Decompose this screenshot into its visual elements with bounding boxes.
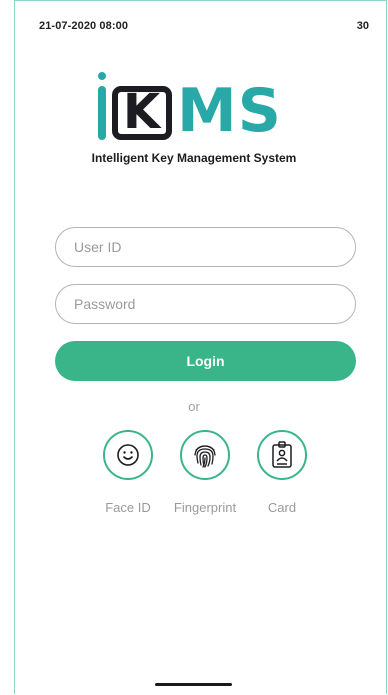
id-card-icon: [272, 441, 292, 468]
face-id-button[interactable]: [103, 430, 153, 480]
login-button[interactable]: Login: [55, 341, 356, 381]
home-indicator[interactable]: [155, 683, 232, 686]
fingerprint-button[interactable]: [180, 430, 230, 480]
ikms-logo: K MS: [95, 72, 305, 146]
card-label: Card: [267, 500, 297, 515]
card-button[interactable]: [257, 430, 307, 480]
user-id-field[interactable]: [55, 227, 356, 267]
or-divider-text: or: [188, 399, 200, 414]
face-smile-icon: [117, 444, 139, 466]
logo-i-dot: [98, 72, 106, 80]
logo-k-letter: K: [123, 84, 161, 140]
card-option[interactable]: Card: [237, 430, 327, 515]
fingerprint-icon: [194, 445, 216, 468]
status-battery: 30: [356, 20, 369, 32]
logo-i-stem: [98, 86, 106, 140]
password-input[interactable]: [56, 285, 355, 323]
status-datetime: 21-07-2020 08:00: [39, 20, 129, 32]
password-field[interactable]: [55, 284, 356, 324]
logo-ms-text: MS: [177, 76, 282, 146]
app-tagline: Intelligent Key Management System: [91, 151, 297, 165]
user-id-input[interactable]: [56, 228, 355, 266]
